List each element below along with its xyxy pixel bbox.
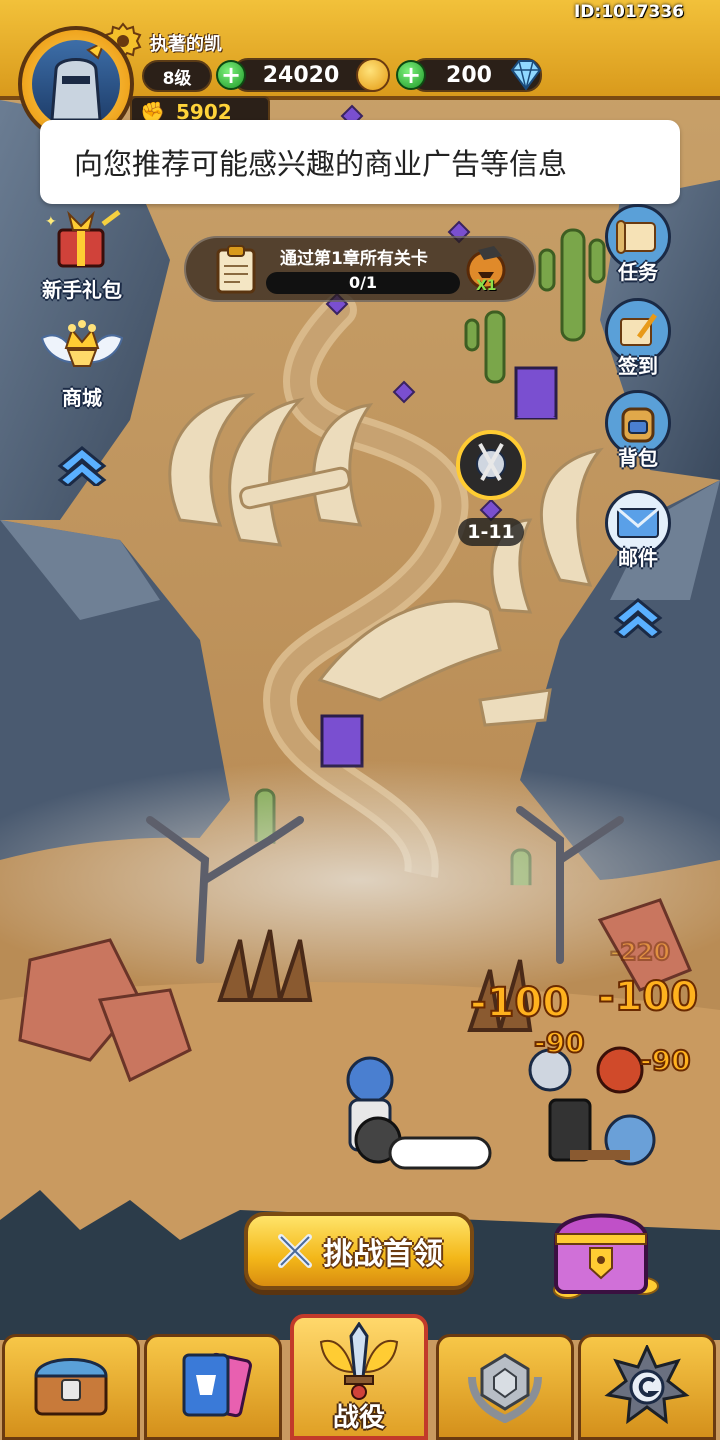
newbie-pack-label: 新手礼包 — [42, 278, 122, 302]
current-stage-number: 1-11 — [467, 521, 515, 543]
svg-text:✦: ✦ — [45, 214, 57, 230]
damage-number: -90 — [533, 1025, 586, 1060]
add-gold-button[interactable]: + — [216, 60, 246, 90]
current-stage-hero-marker[interactable] — [456, 430, 526, 500]
damage-number: -220 — [609, 937, 671, 967]
backpack-label: 背包 — [618, 446, 658, 470]
diamond-gem-icon — [508, 58, 544, 92]
winged-sword-icon — [313, 1321, 405, 1406]
cards-icon — [170, 1347, 256, 1427]
avatar-knight-portrait — [32, 40, 120, 128]
quest-title: 通过第1章所有关卡 — [280, 249, 428, 269]
shop-button[interactable]: 商城 — [30, 318, 134, 411]
gem-amount: 200 — [446, 62, 492, 88]
newbie-pack-icon: ✦ — [39, 204, 125, 274]
gold-amount: 24020 — [262, 62, 340, 88]
damage-number: -100 — [469, 979, 571, 1027]
backpack-button[interactable]: 背包 — [600, 390, 676, 471]
mail-label: 邮件 — [618, 546, 658, 570]
tasks-button[interactable]: 任务 — [600, 204, 676, 285]
nav-tab-campaign-label: 战役 — [332, 1403, 385, 1433]
nav-tab-cards[interactable] — [144, 1334, 282, 1440]
ad-banner-text: 向您推荐可能感兴趣的商业广告等信息 — [74, 147, 568, 181]
add-gems-button[interactable]: + — [396, 60, 426, 90]
shop-label: 商城 — [62, 386, 102, 410]
signin-button[interactable]: 签到 — [600, 298, 676, 379]
quest-progress-bar: 0/1 — [266, 272, 460, 294]
nav-tab-chest[interactable] — [2, 1334, 140, 1440]
player-id: ID:1017336 — [573, 2, 684, 22]
bottom-navigation: 战役 — [0, 1314, 720, 1440]
crossed-swords-icon — [275, 1231, 315, 1271]
locked-chest-icon — [28, 1350, 114, 1424]
left-collapse-chevron-icon[interactable] — [54, 440, 110, 488]
clipboard-icon — [214, 244, 260, 296]
nav-tab-rank[interactable] — [436, 1334, 574, 1440]
challenge-boss-label: 挑战首领 — [323, 1237, 443, 1272]
signin-label: 签到 — [618, 354, 658, 378]
laurel-badge-icon — [462, 1347, 548, 1427]
nav-tab-guild[interactable] — [578, 1334, 716, 1440]
player-name: 执著的凯 — [150, 34, 222, 55]
current-stage-label: 1-11 — [458, 518, 524, 546]
right-collapse-chevron-icon[interactable] — [610, 592, 666, 640]
treasure-chest-icon[interactable] — [528, 1198, 674, 1308]
nav-tab-campaign[interactable]: 战役 — [290, 1314, 428, 1440]
challenge-boss-button[interactable]: 挑战首领 — [244, 1212, 474, 1290]
top-status-bar: ID:1017336 执著的凯 8级 24020 + 200 + ✊ 5902 — [0, 0, 720, 142]
gold-coin-icon — [356, 58, 390, 92]
quest-tracker[interactable]: 通过第1章所有关卡 0/1 X1 — [184, 236, 536, 302]
quest-reward-count: X1 — [476, 278, 497, 294]
guild-star-badge-icon — [604, 1343, 690, 1429]
player-level: 8级 — [162, 68, 192, 89]
quest-progress-text: 0/1 — [348, 273, 378, 292]
ad-banner[interactable]: 向您推荐可能感兴趣的商业广告等信息 — [40, 120, 680, 204]
tasks-label: 任务 — [618, 260, 658, 284]
crown-wings-icon — [32, 318, 132, 382]
newbie-pack-button[interactable]: ✦ 新手礼包 — [34, 204, 130, 303]
mail-button[interactable]: 邮件 — [600, 490, 676, 571]
damage-number: -100 — [597, 973, 699, 1021]
player-level-badge: 8级 — [142, 60, 212, 92]
damage-number: -90 — [639, 1043, 692, 1078]
